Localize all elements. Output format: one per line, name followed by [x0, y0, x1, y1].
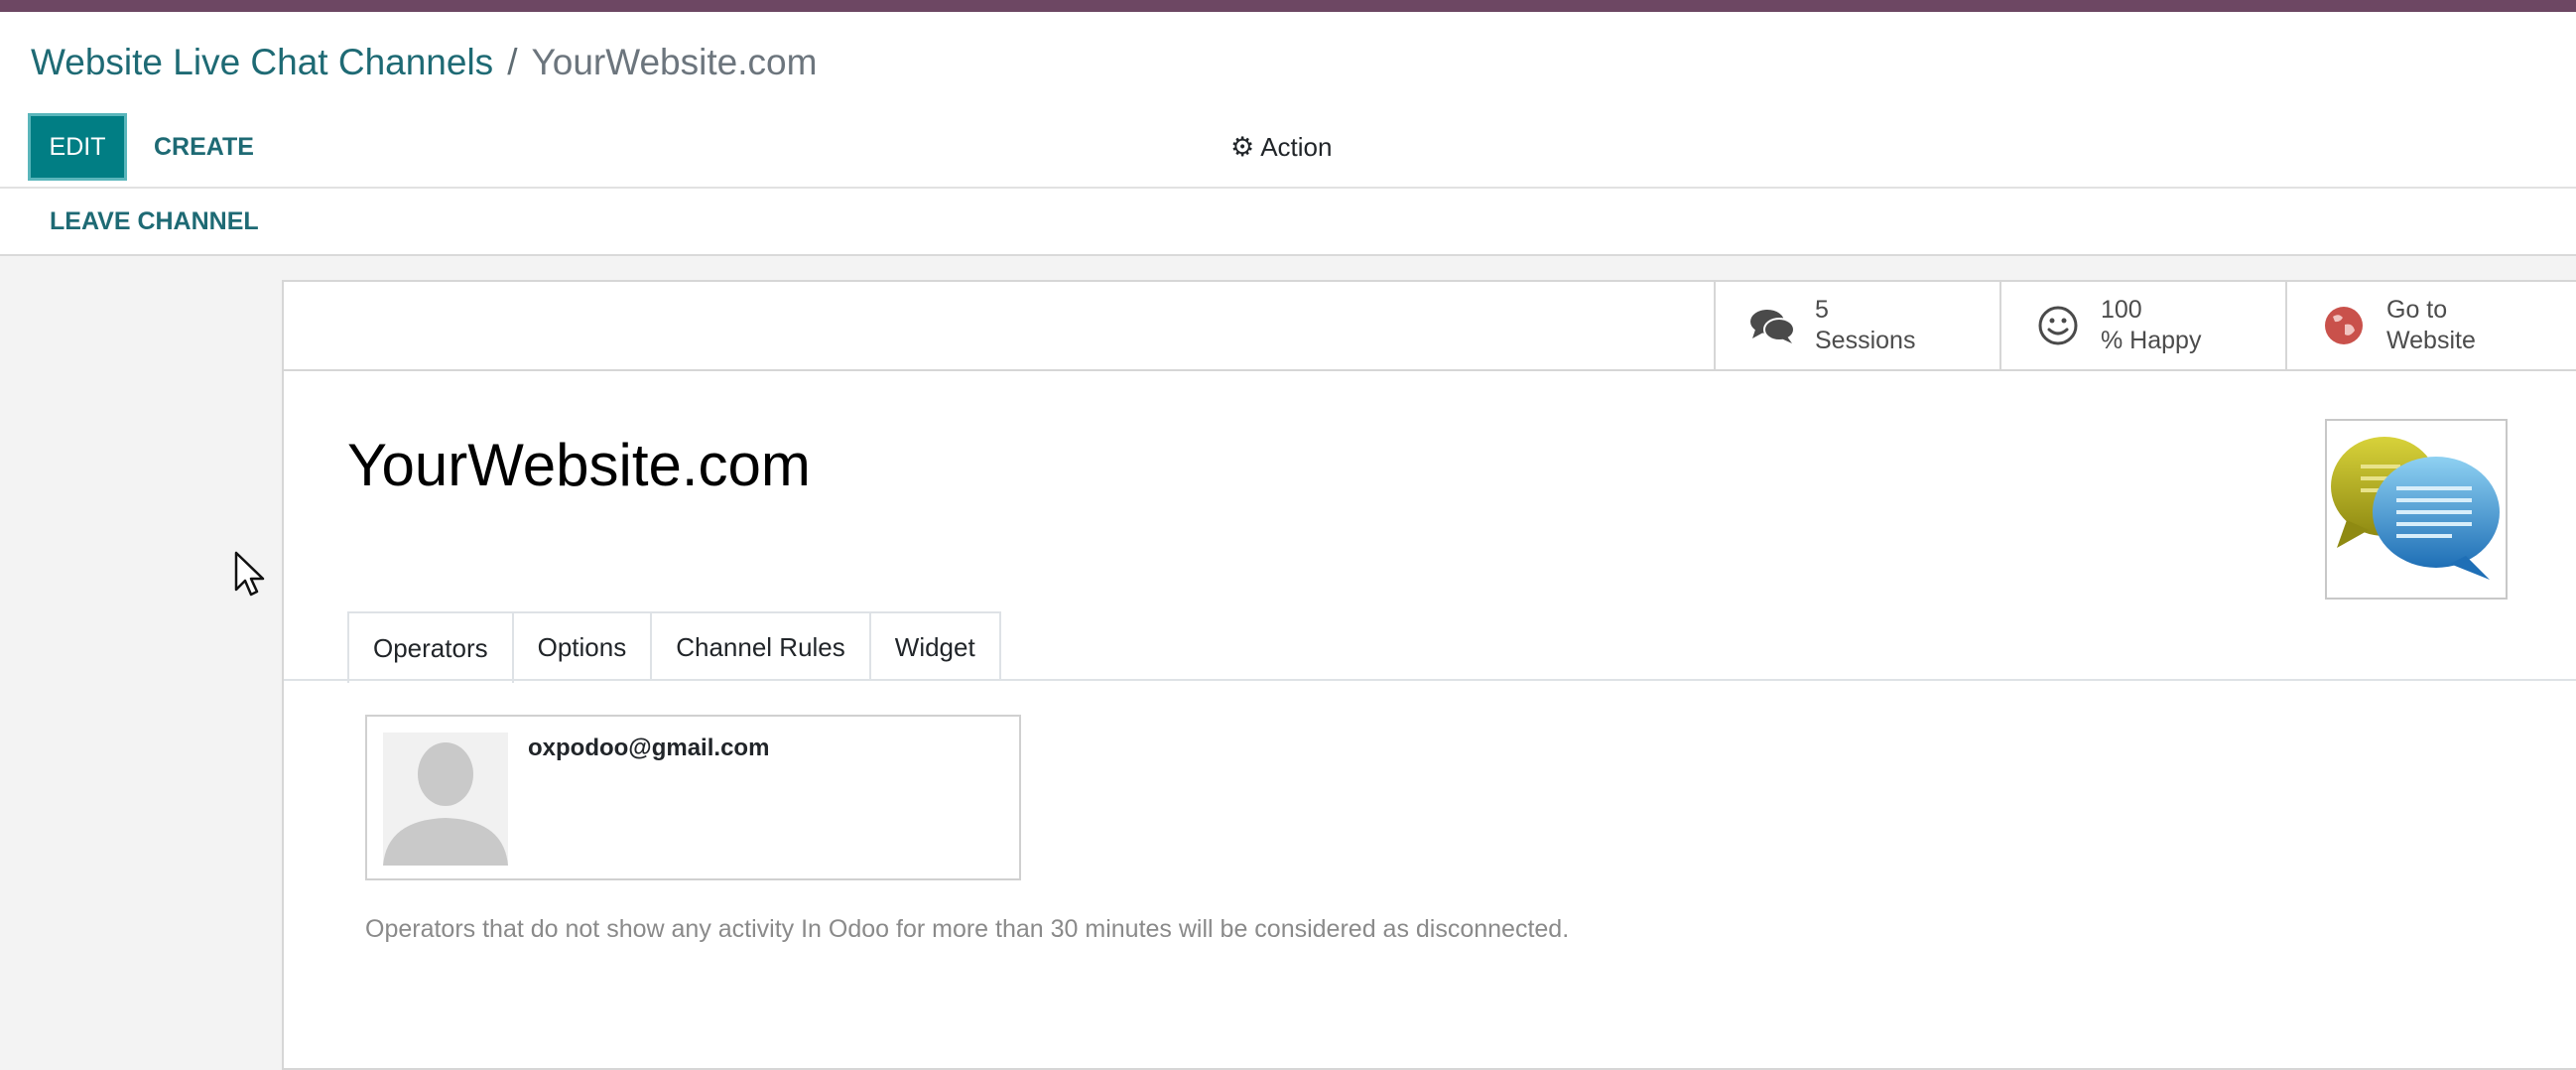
tab-operators[interactable]: Operators: [347, 611, 514, 683]
form-statusbar: LEAVE CHANNEL: [0, 187, 2576, 256]
happy-percent-value: 100: [2101, 296, 2142, 324]
user-placeholder-icon: [383, 733, 508, 866]
action-label: Action: [1260, 131, 1333, 162]
breadcrumb-current: YourWebsite.com: [531, 42, 818, 82]
happy-percent-label: % Happy: [2101, 327, 2202, 354]
comments-icon: [1745, 299, 1799, 352]
tab-widget[interactable]: Widget: [870, 611, 1001, 681]
chat-bubbles-icon: [2331, 437, 2500, 580]
edit-button[interactable]: EDIT: [28, 113, 127, 181]
tab-channel-rules[interactable]: Channel Rules: [652, 611, 871, 681]
breadcrumb-parent-link[interactable]: Website Live Chat Channels: [31, 42, 493, 82]
mouse-cursor-icon: [232, 550, 272, 600]
breadcrumb: Website Live Chat Channels / YourWebsite.c…: [31, 40, 817, 85]
channel-image[interactable]: [2325, 419, 2508, 600]
notebook-tabs: Operators Options Channel Rules Widget: [347, 611, 1001, 683]
form-sheet: 5 Sessions 100 % Happy Go to Website You…: [282, 280, 2576, 1070]
website-label: Website: [2386, 327, 2476, 354]
go-to-website-stat-button[interactable]: Go to Website: [2285, 282, 2571, 369]
leave-channel-button[interactable]: LEAVE CHANNEL: [38, 189, 271, 254]
happy-rating-stat-button[interactable]: 100 % Happy: [1999, 282, 2285, 369]
sessions-label: Sessions: [1815, 327, 1916, 354]
breadcrumb-separator: /: [507, 42, 518, 82]
smile-icon: [2031, 299, 2085, 352]
tabs-divider: [284, 679, 2576, 681]
tab-options[interactable]: Options: [513, 611, 653, 681]
form-view-background: 5 Sessions 100 % Happy Go to Website You…: [0, 256, 2576, 1070]
channel-name-title: YourWebsite.com: [347, 432, 811, 498]
action-menu-button[interactable]: ⚙ Action: [1230, 113, 1332, 181]
create-button[interactable]: CREATE: [142, 113, 266, 181]
stat-button-box: 5 Sessions 100 % Happy Go to Website: [284, 282, 2576, 371]
operators-help-text: Operators that do not show any activity …: [365, 915, 1570, 943]
sessions-stat-button[interactable]: 5 Sessions: [1714, 282, 1999, 369]
sessions-count: 5: [1815, 296, 1829, 324]
operator-email: oxpodoo@gmail.com: [528, 735, 770, 761]
gear-icon: ⚙: [1230, 131, 1255, 162]
operator-card[interactable]: oxpodoo@gmail.com: [365, 715, 1021, 880]
top-navbar-strip: [0, 0, 2576, 12]
go-to-label: Go to: [2386, 296, 2448, 324]
globe-icon: [2317, 299, 2371, 352]
control-panel: Website Live Chat Channels / YourWebsite.c…: [0, 12, 2576, 187]
